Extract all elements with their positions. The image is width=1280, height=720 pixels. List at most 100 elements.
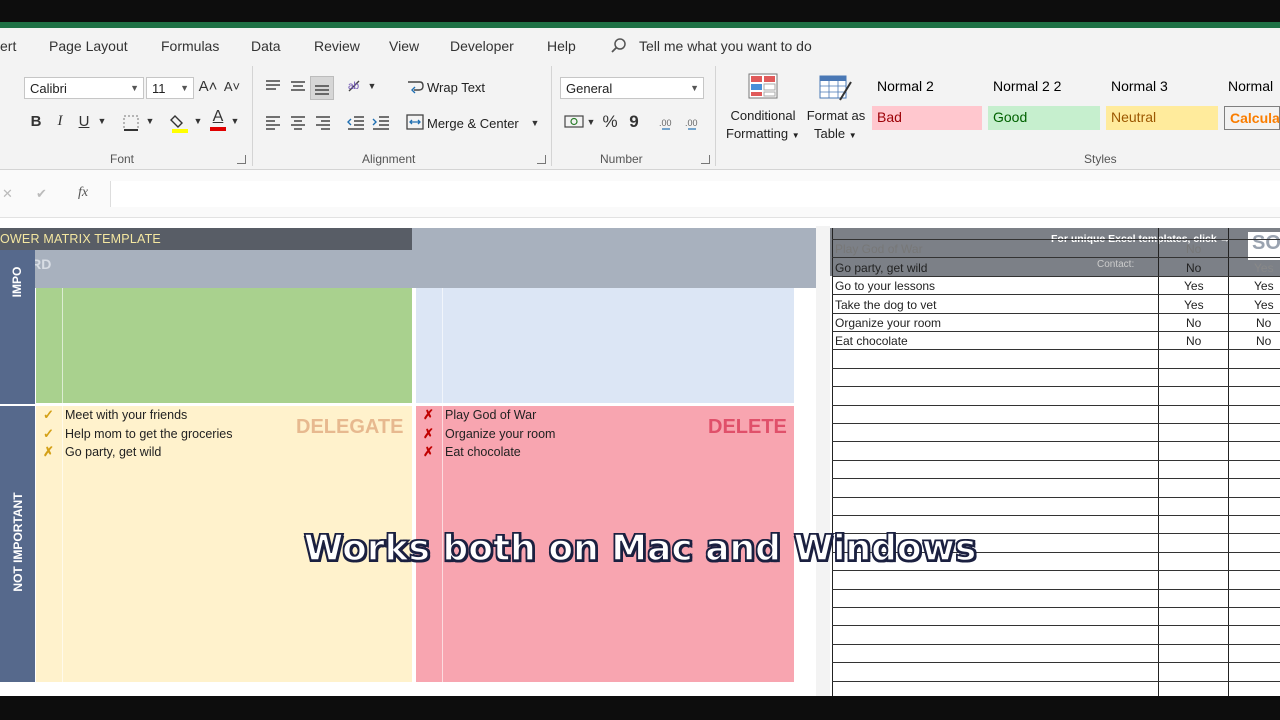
chevron-down-icon[interactable]: ▼ [192, 116, 204, 126]
style-normal[interactable]: Normal [1223, 75, 1280, 99]
style-bad[interactable]: Bad [872, 106, 982, 130]
quadrant-guide-line [62, 288, 63, 682]
align-bottom-button[interactable] [310, 76, 334, 100]
align-center-icon[interactable] [289, 114, 307, 130]
table-row-task[interactable]: Go to your lessons [835, 279, 935, 293]
chevron-down-icon[interactable]: ▼ [529, 118, 541, 128]
align-middle-icon[interactable] [289, 78, 307, 94]
style-normal-2-2[interactable]: Normal 2 2 [988, 75, 1100, 99]
chevron-down-icon: ▼ [848, 131, 857, 140]
fill-color-icon[interactable] [170, 112, 190, 134]
table-gridline [832, 368, 1280, 369]
chevron-down-icon[interactable]: ▼ [95, 116, 109, 126]
chevron-down-icon[interactable]: ▼ [367, 81, 377, 91]
table-row-value[interactable]: Yes [1184, 298, 1204, 312]
borders-icon[interactable] [122, 114, 140, 132]
table-gridline [832, 681, 1280, 682]
font-color-button[interactable]: A [208, 108, 228, 132]
table-gridline [832, 294, 1280, 295]
style-good[interactable]: Good [988, 106, 1100, 130]
table-row-task[interactable]: Go party, get wild [835, 261, 927, 275]
important-label: IMPO [10, 266, 24, 298]
number-format-combo[interactable]: General ▼ [560, 77, 704, 99]
tab-review[interactable]: Review [314, 38, 360, 54]
font-name-combo[interactable]: Calibri ▼ [24, 77, 144, 99]
check-icon: ✓ [43, 426, 54, 441]
increase-indent-icon[interactable] [371, 114, 391, 130]
table-row-value[interactable]: Yes [1254, 279, 1274, 293]
dialog-launcher-icon[interactable] [701, 155, 710, 164]
format-as-table-icon [819, 75, 852, 101]
tell-me-search[interactable]: Tell me what you want to do [639, 38, 812, 54]
delegate-item[interactable]: Go party, get wild [65, 445, 161, 459]
table-row-value[interactable]: No [1186, 334, 1201, 348]
delegate-item[interactable]: Meet with your friends [65, 408, 187, 422]
table-row-task[interactable]: Play God of War [835, 242, 923, 256]
tab-view[interactable]: View [389, 38, 419, 54]
logo[interactable]: SO [1248, 232, 1280, 260]
font-group-label: Font [110, 152, 135, 166]
table-gridline [832, 644, 1280, 645]
table-row-value[interactable]: No [1186, 316, 1201, 330]
tab-insert[interactable]: ert [0, 38, 16, 54]
chevron-down-icon[interactable]: ▼ [586, 117, 596, 127]
delete-item[interactable]: Eat chocolate [445, 445, 521, 459]
percent-style-button[interactable]: % [600, 112, 620, 132]
merge-center-icon[interactable] [405, 113, 425, 131]
table-row-value[interactable]: Yes [1254, 261, 1274, 275]
table-row-value[interactable]: Yes [1184, 279, 1204, 293]
style-normal-2[interactable]: Normal 2 [872, 75, 984, 99]
tab-developer[interactable]: Developer [450, 38, 514, 54]
format-as-table-button[interactable]: Format as Table ▼ [804, 70, 868, 148]
decrease-indent-icon[interactable] [346, 114, 366, 130]
accounting-format-icon[interactable] [563, 113, 585, 131]
tab-help[interactable]: Help [547, 38, 576, 54]
style-neutral[interactable]: Neutral [1106, 106, 1218, 130]
grow-font-button[interactable]: A˄ [198, 78, 218, 95]
table-gridline [832, 497, 1280, 498]
font-name-value: Calibri [30, 81, 67, 96]
increase-decimal-icon[interactable]: .00 [658, 113, 680, 131]
tab-page-layout[interactable]: Page Layout [49, 38, 128, 54]
table-row-value[interactable]: No [1186, 261, 1201, 275]
table-gridline [832, 607, 1280, 608]
orientation-icon[interactable]: ab [346, 77, 368, 95]
delegate-item[interactable]: Help mom to get the groceries [65, 427, 232, 441]
decrease-decimal-icon[interactable]: .00 [684, 113, 706, 131]
table-row-task[interactable]: Eat chocolate [835, 334, 908, 348]
table-row-task[interactable]: Organize your room [835, 316, 941, 330]
italic-button[interactable]: I [52, 113, 68, 130]
style-normal-3[interactable]: Normal 3 [1106, 75, 1218, 99]
table-row-value[interactable]: Yes [1254, 298, 1274, 312]
shrink-font-button[interactable]: A˅ [222, 79, 242, 94]
underline-button[interactable]: U [76, 113, 92, 130]
table-gridline [832, 515, 1280, 516]
delete-item[interactable]: Organize your room [445, 427, 555, 441]
align-top-icon[interactable] [264, 78, 282, 94]
insert-function-icon[interactable]: fx [78, 185, 88, 201]
formula-input[interactable] [110, 181, 1280, 207]
align-left-icon[interactable] [264, 114, 282, 130]
chevron-down-icon[interactable]: ▼ [143, 116, 157, 126]
table-row-task[interactable]: Take the dog to vet [835, 298, 936, 312]
font-size-combo[interactable]: 11 ▼ [146, 77, 194, 99]
table-row-value[interactable]: No [1256, 334, 1271, 348]
merge-center-button[interactable]: Merge & Center [427, 116, 519, 131]
dialog-launcher-icon[interactable] [537, 155, 546, 164]
bold-button[interactable]: B [28, 113, 44, 130]
delete-item[interactable]: Play God of War [445, 408, 536, 422]
tab-formulas[interactable]: Formulas [161, 38, 219, 54]
table-row-value[interactable]: No [1256, 316, 1271, 330]
style-calculation[interactable]: Calculat [1224, 106, 1280, 130]
tab-data[interactable]: Data [251, 38, 281, 54]
dialog-launcher-icon[interactable] [237, 155, 246, 164]
wrap-text-icon[interactable] [406, 78, 424, 96]
enter-icon[interactable]: ✔ [36, 186, 47, 202]
chevron-down-icon[interactable]: ▼ [229, 116, 241, 126]
comma-style-button[interactable]: 9 [626, 112, 642, 132]
cancel-icon[interactable]: ✕ [2, 186, 13, 202]
align-right-icon[interactable] [314, 114, 332, 130]
wrap-text-button[interactable]: Wrap Text [427, 80, 485, 95]
conditional-formatting-button[interactable]: Conditional Formatting ▼ [722, 70, 804, 148]
table-row-value[interactable]: No [1186, 242, 1201, 256]
